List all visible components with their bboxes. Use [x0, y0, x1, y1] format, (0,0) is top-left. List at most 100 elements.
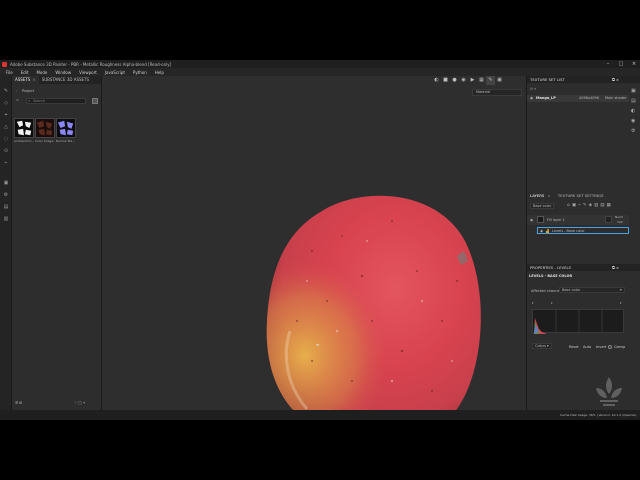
- levels-histogram[interactable]: [532, 309, 624, 334]
- document-icon[interactable]: ▥: [3, 216, 9, 222]
- properties-header: PROPERTIES - LEVELS ⧉ ×: [527, 264, 640, 271]
- tab-layers[interactable]: LAYERS: [530, 193, 544, 198]
- layer-tools-icons[interactable]: ⌂▣⌁✎◈▥▤▦: [567, 203, 613, 208]
- layer-row[interactable]: ◉ Fill layer 1 Norm 100: [527, 215, 629, 225]
- asset-label: Normal Ma...: [56, 139, 76, 143]
- chevron-down-icon: ▾: [620, 288, 622, 292]
- panel-title: PROPERTIES - LEVELS: [530, 265, 572, 270]
- texture-set-tools-icon[interactable]: ⚙ ▾: [530, 87, 536, 91]
- folder-up-icon[interactable]: ‹: [16, 89, 17, 93]
- minimize-button[interactable]: –: [602, 60, 614, 68]
- menu-window[interactable]: Window: [51, 70, 75, 75]
- asset-thumb-ambient-occlusion[interactable]: [14, 118, 34, 138]
- menu-python[interactable]: Python: [129, 70, 151, 75]
- menu-help[interactable]: Help: [151, 70, 168, 75]
- list-view-icon[interactable]: ☰ ⊞: [15, 401, 22, 405]
- 3d-viewport[interactable]: ◐ ■ ● ◉ ▶ ▦ ✎ ▣ Material ⌖: [102, 76, 526, 420]
- screenshot-icon[interactable]: ◉: [459, 76, 468, 85]
- layer-name[interactable]: Fill layer 1: [547, 218, 565, 222]
- close-tab-icon[interactable]: ×: [32, 77, 35, 82]
- smudge-icon[interactable]: ◌: [3, 136, 9, 142]
- paint-brush-icon[interactable]: ✎: [3, 88, 9, 94]
- app-logo-icon: [2, 61, 7, 67]
- asset-label: Color Image...: [35, 139, 55, 143]
- texture-set-row[interactable]: ◉ Mango_LP 4096x4096 Main shader: [527, 95, 629, 102]
- material-mode-select[interactable]: Material: [472, 89, 522, 96]
- asset-actions-icon[interactable]: ♡ ▢ +: [74, 401, 86, 405]
- projection-icon[interactable]: ⌖: [3, 112, 9, 118]
- asset-thumb-normal-map[interactable]: [56, 118, 76, 138]
- view-mode-icon[interactable]: [92, 98, 98, 104]
- letterbox-bottom: [0, 420, 640, 480]
- tab-assets[interactable]: ASSETS ×: [12, 76, 39, 84]
- render-icon[interactable]: ▶: [468, 76, 477, 85]
- gamma-level-handle[interactable]: ▾: [551, 301, 553, 305]
- menu-mode[interactable]: Mode: [32, 70, 51, 75]
- effect-visibility-icon[interactable]: ◉: [540, 229, 543, 233]
- asset-thumb-color-image[interactable]: [35, 118, 55, 138]
- menu-file[interactable]: File: [2, 70, 17, 75]
- layer-thumbnail: [537, 216, 544, 223]
- texture-set-shader[interactable]: Main shader: [605, 96, 626, 100]
- input-level-handle[interactable]: ▾: [532, 301, 534, 305]
- clamp-label: Clamp: [614, 345, 626, 349]
- affected-channel-select[interactable]: Base color ▾: [559, 287, 625, 293]
- assets-panel: ASSETS × SUBSTANCE 3D ASSETS ‹ Project ≡ …: [12, 76, 102, 410]
- menu-bar: File Edit Mode Window Viewport JavaScrip…: [0, 68, 640, 76]
- grid-icon[interactable]: ▦: [477, 76, 486, 85]
- window-title: Adobe Substance 3D Painter - PBR - Metal…: [10, 61, 172, 67]
- polygon-fill-icon[interactable]: △: [3, 124, 9, 130]
- filter-icon[interactable]: ≡: [16, 98, 19, 102]
- close-window-button[interactable]: ×: [628, 60, 640, 68]
- channel-select[interactable]: Base color: [530, 203, 554, 209]
- menu-edit[interactable]: Edit: [17, 70, 33, 75]
- menu-viewport[interactable]: Viewport: [75, 70, 101, 75]
- effect-name: Levels - Base color: [552, 229, 585, 233]
- bake-icon[interactable]: ⚙: [3, 192, 9, 198]
- display-settings-icon[interactable]: ◐: [432, 76, 441, 85]
- color-picker-icon[interactable]: ⌁: [3, 160, 9, 166]
- shelf-icon[interactable]: ▤: [3, 204, 9, 210]
- eraser-icon[interactable]: ◇: [3, 100, 9, 106]
- asset-search-input[interactable]: Search: [26, 98, 86, 104]
- camera-icon[interactable]: ●: [450, 76, 459, 85]
- paint-mode-icon[interactable]: ✎: [486, 76, 495, 85]
- levels-mode-select[interactable]: Colors ▾: [532, 343, 552, 349]
- shader-settings-icon[interactable]: ■: [441, 76, 450, 85]
- white-level-handle[interactable]: ▾: [620, 301, 622, 305]
- assets-tab-row: ASSETS × SUBSTANCE 3D ASSETS: [12, 76, 101, 84]
- mango-3d-model: [266, 195, 481, 420]
- clamp-checkbox[interactable]: [608, 345, 612, 349]
- clone-icon[interactable]: ⊙: [3, 148, 9, 154]
- layer-mask-icon[interactable]: [605, 216, 612, 223]
- breadcrumb[interactable]: Project: [22, 89, 34, 93]
- layer-blend-mode[interactable]: Norm: [615, 215, 623, 219]
- display-mode-icon[interactable]: ▣: [495, 76, 504, 85]
- panel-menu-icon[interactable]: ⧉ ×: [612, 264, 619, 271]
- histogram-graph: [534, 310, 603, 334]
- tab-texture-set-settings[interactable]: TEXTURE SET SETTINGS: [558, 193, 604, 198]
- layer-opacity[interactable]: 100: [617, 220, 623, 224]
- visibility-icon[interactable]: ◉: [530, 96, 533, 100]
- status-text: Cache Disk Usage: 36% | Version: 10.1.2 …: [560, 413, 637, 417]
- tab-substance-assets[interactable]: SUBSTANCE 3D ASSETS: [39, 76, 92, 84]
- auto-button[interactable]: Auto: [583, 345, 591, 349]
- reset-button[interactable]: Reset: [569, 345, 579, 349]
- levels-effect-row[interactable]: ◉ ▟ Levels - Base color: [537, 227, 629, 234]
- viewport-toolbar: ◐ ■ ● ◉ ▶ ▦ ✎ ▣: [432, 76, 504, 85]
- right-panels: TEXTURE SET LIST ⧉ × ⚙ ▾ ◉ Mango_LP 4096…: [526, 76, 640, 410]
- layers-tab-row: LAYERS × TEXTURE SET SETTINGS: [527, 192, 640, 199]
- camera-icon[interactable]: ▣: [3, 180, 9, 186]
- search-icon: ⌕: [28, 98, 31, 103]
- menu-javascript[interactable]: JavaScript: [101, 70, 129, 75]
- watermark-logo-icon: [596, 377, 622, 406]
- affected-channel-label: Affected channel: [531, 289, 561, 293]
- properties-subtitle: LEVELS - BASE COLOR: [529, 274, 573, 278]
- invert-button[interactable]: Invert: [596, 345, 606, 349]
- panel-menu-icon[interactable]: ⧉ ×: [612, 76, 619, 83]
- side-dock-icons[interactable]: ▣ ▤ ◐ ◉ ⚙: [631, 86, 639, 136]
- title-bar: Adobe Substance 3D Painter - PBR - Metal…: [0, 60, 640, 68]
- layer-visibility-icon[interactable]: ◉: [530, 218, 533, 222]
- close-tab-icon[interactable]: ×: [548, 193, 551, 198]
- maximize-button[interactable]: □: [615, 60, 627, 68]
